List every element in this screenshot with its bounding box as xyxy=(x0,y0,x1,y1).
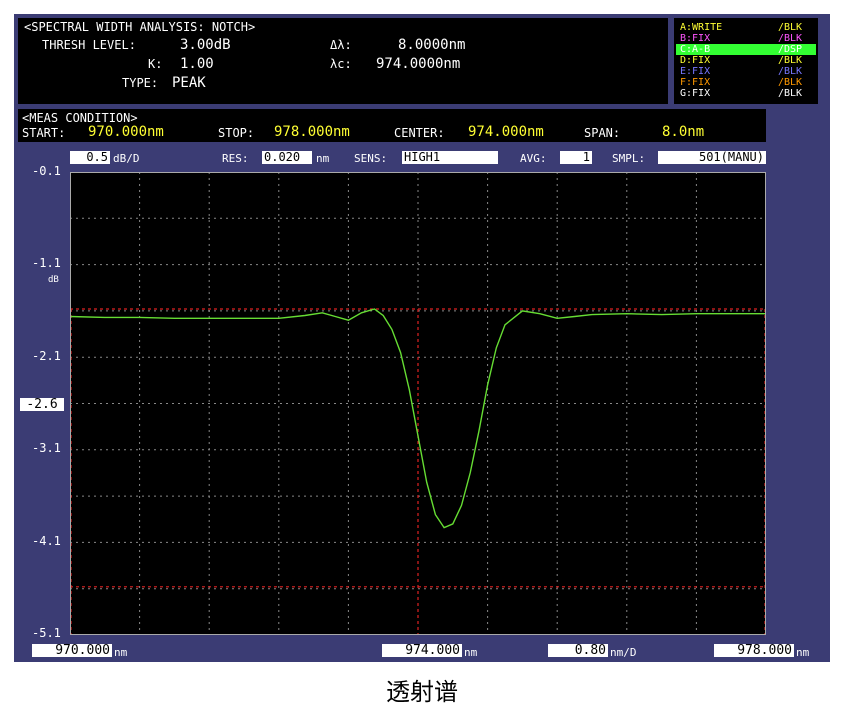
trace-item-name[interactable]: F:FIX xyxy=(680,77,710,88)
k-value: 1.00 xyxy=(180,56,214,72)
instrument-screen: <SPECTRAL WIDTH ANALYSIS: NOTCH> THRESH … xyxy=(14,14,830,662)
x-stop-box[interactable]: 978.000 xyxy=(714,644,794,657)
span-value: 8.0nm xyxy=(662,124,705,140)
delta-lambda-value: 8.0000nm xyxy=(398,37,466,53)
trace-item-name[interactable]: E:FIX xyxy=(680,66,710,77)
analysis-title: <SPECTRAL WIDTH ANALYSIS: NOTCH> xyxy=(24,20,256,34)
res-unit: nm xyxy=(316,152,330,165)
trace-item-mode[interactable]: /BLK xyxy=(778,66,802,77)
trace-item-mode[interactable]: /BLK xyxy=(778,22,802,33)
smpl-label: SMPL: xyxy=(612,152,646,165)
k-label: K: xyxy=(148,57,163,71)
trace-item-mode[interactable]: /BLK xyxy=(778,55,802,66)
stop-value: 978.000nm xyxy=(274,124,350,140)
trace-item-name[interactable]: B:FIX xyxy=(680,33,710,44)
type-label: TYPE: xyxy=(122,76,159,90)
type-value: PEAK xyxy=(172,75,206,91)
sens-label: SENS: xyxy=(354,152,388,165)
x-center-box[interactable]: 974.000 xyxy=(382,644,462,657)
trace-item-name[interactable]: A:WRITE xyxy=(680,22,722,33)
plot-area xyxy=(70,172,766,635)
stop-label: STOP: xyxy=(218,126,255,140)
y-tick-label: -4.1 xyxy=(32,534,61,548)
marker-level-box[interactable]: -2.6 xyxy=(20,398,64,411)
analysis-panel: <SPECTRAL WIDTH ANALYSIS: NOTCH> THRESH … xyxy=(18,18,668,104)
trace-item-mode[interactable]: /BLK xyxy=(778,77,802,88)
y-tick-label: -3.1 xyxy=(32,441,61,455)
span-label: SPAN: xyxy=(584,126,621,140)
trace-item-mode[interactable]: /BLK xyxy=(778,33,802,44)
thresh-level-value: 3.00dB xyxy=(180,37,231,53)
x-stop-unit: nm xyxy=(796,646,810,659)
scale-box[interactable]: 0.5 xyxy=(70,151,110,164)
trace-item-mode[interactable]: /BLK xyxy=(778,88,802,99)
smpl-box[interactable]: 501(MANU) xyxy=(658,151,766,164)
meas-title: <MEAS CONDITION> xyxy=(22,111,138,125)
y-tick-label: -1.1 xyxy=(32,256,61,270)
center-lambda-value: 974.0000nm xyxy=(376,56,461,72)
center-label: CENTER: xyxy=(394,126,445,140)
start-label: START: xyxy=(22,126,66,140)
res-label: RES: xyxy=(222,152,249,165)
caption: 透射谱 xyxy=(386,678,458,706)
center-lambda-label: λc: xyxy=(330,57,352,71)
trace-item-mode[interactable]: /DSP xyxy=(778,44,802,55)
y-tick-label: -5.1 xyxy=(32,626,61,640)
trace-item-name[interactable]: C:A-B xyxy=(680,44,710,55)
center-value: 974.000nm xyxy=(468,124,544,140)
x-div-unit: nm/D xyxy=(610,646,637,659)
sens-box[interactable]: HIGH1 xyxy=(402,151,498,164)
spectrum-chart xyxy=(70,172,766,635)
start-value: 970.000nm xyxy=(88,124,164,140)
avg-box[interactable]: 1 xyxy=(560,151,592,164)
x-center-unit: nm xyxy=(464,646,478,659)
x-start-unit: nm xyxy=(114,646,128,659)
y-tick-label: -0.1 xyxy=(32,164,61,178)
meas-condition-panel: <MEAS CONDITION> START: 970.000nm STOP: … xyxy=(18,109,766,142)
x-div-box[interactable]: 0.80 xyxy=(548,644,608,657)
res-box[interactable]: 0.020 xyxy=(262,151,312,164)
trace-list-panel: A:WRITE/BLK B:FIX/BLK C:A-B/DSP D:FIX/BLK E:… xyxy=(674,18,818,104)
x-start-box[interactable]: 970.000 xyxy=(32,644,112,657)
avg-label: AVG: xyxy=(520,152,547,165)
y-unit-label: dB xyxy=(48,275,59,285)
trace-item-name[interactable]: D:FIX xyxy=(680,55,710,66)
scale-unit: dB/D xyxy=(113,152,140,165)
thresh-level-label: THRESH LEVEL: xyxy=(42,38,136,52)
delta-lambda-label: Δλ: xyxy=(330,38,352,52)
trace-item-name[interactable]: G:FIX xyxy=(680,88,710,99)
y-tick-label: -2.1 xyxy=(32,349,61,363)
